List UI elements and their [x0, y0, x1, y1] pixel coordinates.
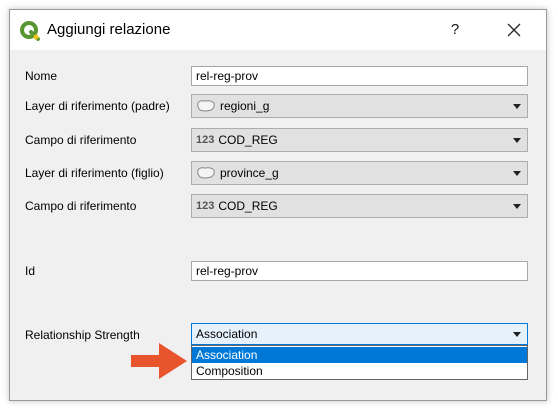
add-relation-dialog: Aggiungi relazione ? Nome rel-reg-prov L… [9, 9, 547, 401]
chevron-down-icon [513, 171, 521, 176]
chevron-down-icon [513, 138, 521, 143]
close-button[interactable] [494, 14, 534, 46]
child-layer-label: Layer di riferimento (figlio) [25, 166, 164, 180]
child-layer-select[interactable]: province_g [191, 161, 528, 185]
option-association[interactable]: Association [192, 347, 527, 363]
id-input[interactable]: rel-reg-prov [191, 261, 528, 281]
polygon-layer-icon [197, 167, 215, 179]
chevron-down-icon [513, 204, 521, 209]
name-input[interactable]: rel-reg-prov [191, 66, 528, 86]
child-field-select[interactable]: 123 COD_REG [191, 194, 528, 218]
strength-select[interactable]: Association [191, 323, 528, 345]
title-bar: Aggiungi relazione ? [10, 10, 546, 50]
parent-layer-select[interactable]: regioni_g [191, 94, 528, 118]
strength-dropdown-list: Association Composition [191, 345, 528, 380]
chevron-down-icon [513, 332, 521, 337]
strength-value: Association [196, 327, 258, 341]
qgis-logo-icon [20, 21, 40, 41]
id-label: Id [25, 264, 36, 278]
pointer-arrow-icon [131, 343, 187, 379]
integer-field-icon: 123 [196, 134, 215, 146]
strength-label: Relationship Strength [25, 328, 140, 342]
parent-layer-label: Layer di riferimento (padre) [25, 99, 170, 113]
child-layer-value: province_g [220, 166, 279, 180]
parent-field-label: Campo di riferimento [25, 133, 137, 147]
child-field-value: COD_REG [218, 199, 278, 213]
dialog-title: Aggiungi relazione [47, 21, 171, 38]
close-icon [507, 23, 521, 37]
parent-field-select[interactable]: 123 COD_REG [191, 128, 528, 152]
name-label: Nome [25, 69, 58, 83]
polygon-layer-icon [197, 100, 215, 112]
child-field-label: Campo di riferimento [25, 199, 137, 213]
parent-layer-value: regioni_g [220, 99, 270, 113]
integer-field-icon: 123 [196, 200, 215, 212]
chevron-down-icon [513, 104, 521, 109]
parent-field-value: COD_REG [218, 133, 278, 147]
help-button[interactable]: ? [438, 14, 472, 46]
ok-button-edge[interactable] [338, 379, 428, 386]
option-composition[interactable]: Composition [192, 363, 527, 379]
